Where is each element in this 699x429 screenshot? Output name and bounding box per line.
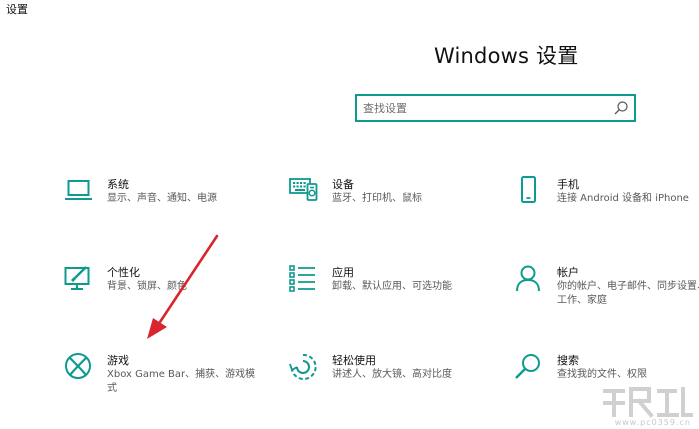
search-box[interactable]: [355, 94, 636, 122]
tile-desc: 背景、锁屏、颜色: [107, 281, 187, 292]
watermark-logo-icon: [603, 387, 693, 418]
page-title: Windows 设置: [434, 44, 579, 68]
tile-accounts[interactable]: 帐户 你的帐户、电子邮件、同步设置、工作、家庭: [514, 264, 699, 324]
tile-desc: Xbox Game Bar、捕获、游戏模式: [107, 369, 256, 394]
tile-phone[interactable]: 手机 连接 Android 设备和 iPhone: [514, 176, 699, 236]
search-input[interactable]: [363, 99, 603, 117]
tile-name: 轻松使用: [332, 354, 376, 367]
tile-system[interactable]: 系统 显示、声音、通知、电源: [64, 176, 264, 236]
tile-name: 应用: [332, 266, 354, 279]
ease-of-access-icon: [289, 353, 317, 380]
window-title: 设置: [6, 3, 28, 16]
tile-devices[interactable]: 设备 蓝牙、打印机、鼠标: [289, 176, 489, 236]
tile-name: 手机: [557, 178, 579, 191]
tile-name: 搜索: [557, 354, 579, 367]
tile-ease-of-access[interactable]: 轻松使用 讲述人、放大镜、高对比度: [289, 352, 489, 412]
xbox-icon: [65, 353, 91, 379]
tile-name: 系统: [107, 178, 129, 191]
tile-desc: 卸载、默认应用、可选功能: [332, 281, 452, 292]
tile-desc: 查找我的文件、权限: [557, 369, 647, 380]
watermark-site: www.pc0359.cn: [614, 418, 691, 427]
tile-desc: 显示、声音、通知、电源: [107, 193, 217, 204]
apps-list-icon: [289, 265, 315, 292]
tile-apps[interactable]: 应用 卸载、默认应用、可选功能: [289, 264, 489, 324]
tile-name: 设备: [332, 178, 354, 191]
brush-icon: [64, 266, 90, 290]
laptop-icon: [65, 180, 92, 200]
tile-desc: 蓝牙、打印机、鼠标: [332, 193, 422, 204]
tile-name: 个性化: [107, 266, 140, 279]
tile-desc: 连接 Android 设备和 iPhone: [557, 193, 689, 204]
phone-icon: [521, 176, 536, 203]
watermark: www.pc0359.cn: [595, 385, 695, 427]
tile-personalization[interactable]: 个性化 背景、锁屏、颜色: [64, 264, 264, 324]
tile-name: 帐户: [557, 266, 579, 279]
tile-gaming[interactable]: 游戏 Xbox Game Bar、捕获、游戏模式: [64, 352, 264, 412]
tile-desc: 你的帐户、电子邮件、同步设置、工作、家庭: [557, 281, 699, 306]
tile-name: 游戏: [107, 354, 129, 367]
person-icon: [516, 265, 540, 292]
search-icon: [515, 354, 540, 379]
search-icon[interactable]: [613, 100, 629, 116]
tile-desc: 讲述人、放大镜、高对比度: [332, 369, 452, 380]
keyboard-icon: [289, 178, 318, 201]
